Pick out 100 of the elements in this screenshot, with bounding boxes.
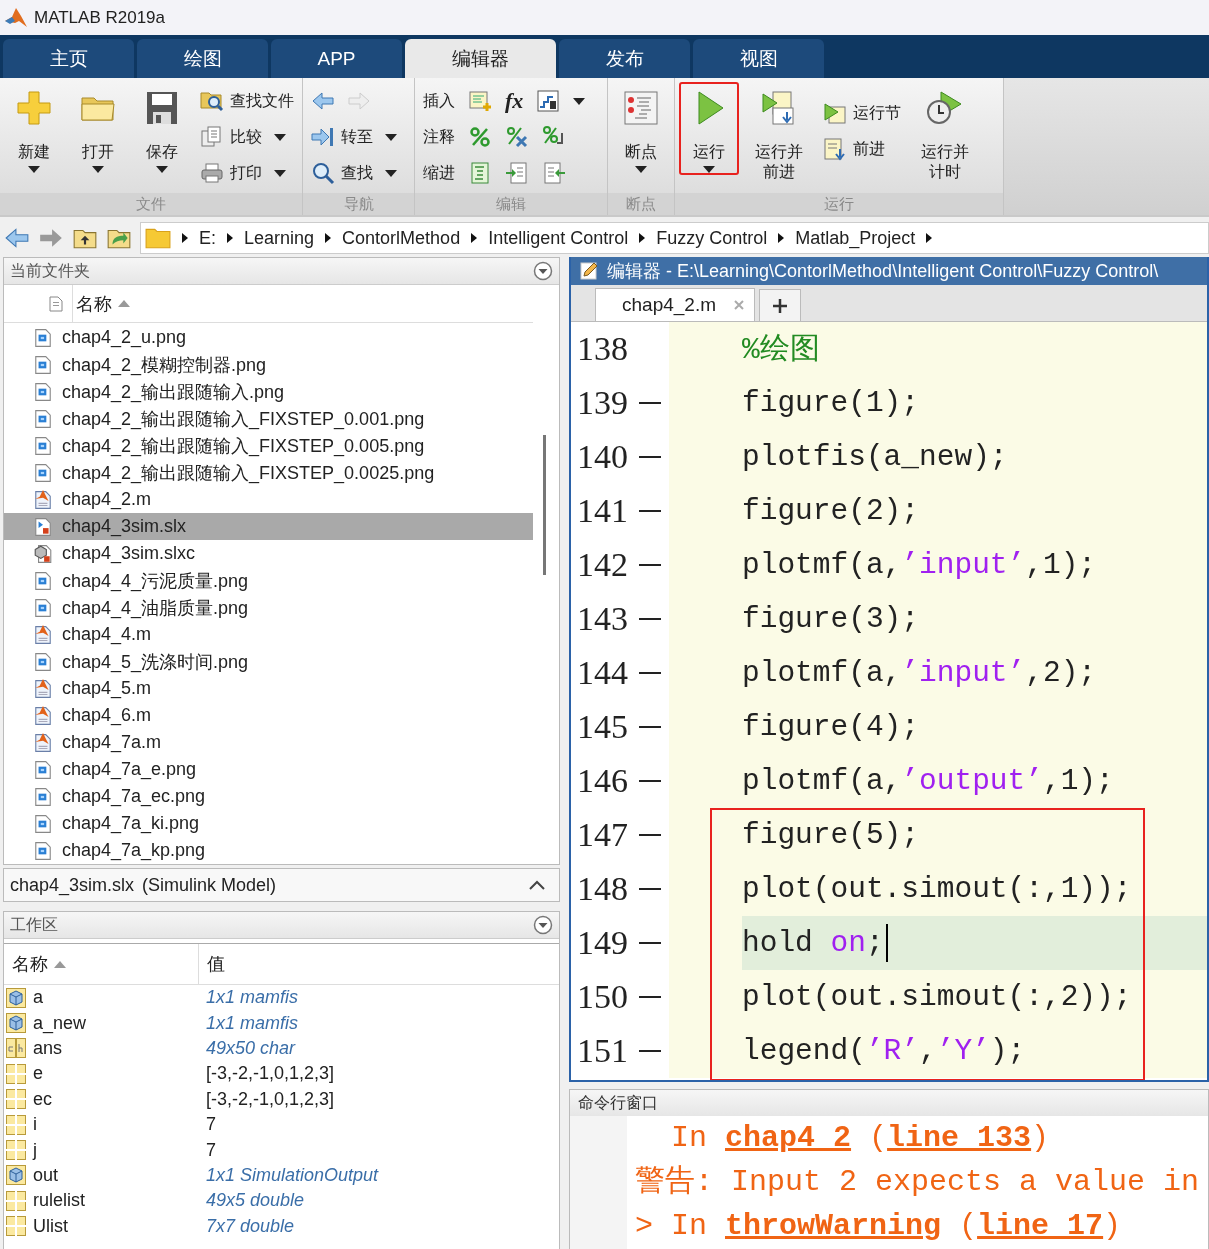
file-row[interactable]: chap4_7a.m [4,729,533,756]
run-button[interactable]: 运行 [679,82,739,175]
path-segment[interactable]: ContorlMethod [342,227,461,249]
editor-title: 编辑器 - E:\Learning\ContorlMethod\Intelligent Control\Fuzzy Control\ [607,260,1159,283]
image-file-icon [34,786,52,807]
image-file-icon [34,435,52,456]
ribbon-tab[interactable]: 编辑器 [405,39,556,78]
file-tab[interactable]: chap4_2.m [595,288,755,321]
find-button[interactable]: 查找 [307,156,401,190]
ribbon-tab[interactable]: 绘图 [137,39,268,78]
file-row[interactable]: chap4_2_输出跟随输入_FIXSTEP_0.0025.png [4,459,533,486]
file-name: chap4_2_输出跟随输入.png [62,380,285,404]
new-button[interactable]: 新建 [4,82,64,175]
variable-value: 1x1 mamfis [205,986,299,1010]
comment-button[interactable]: 注释 [423,126,455,148]
file-name: chap4_7a_e.png [62,759,197,780]
file-row[interactable]: chap4_7a_ki.png [4,810,533,837]
file-name: chap4_4_油脂质量.png [62,596,249,620]
file-row[interactable]: chap4_2_输出跟随输入_FIXSTEP_0.001.png [4,405,533,432]
indent-right-icon[interactable] [505,161,529,185]
breakpoints-button[interactable]: 断点 [612,82,670,175]
ribbon-tab[interactable]: 视图 [693,39,824,78]
path-segment[interactable]: Matlab_Project [795,227,916,249]
file-name: chap4_2.m [62,489,152,510]
file-row[interactable]: chap4_3sim.slxc [4,540,533,567]
file-row[interactable]: chap4_2_输出跟随输入_FIXSTEP_0.005.png [4,432,533,459]
percent-remove-icon[interactable] [505,125,529,149]
file-row[interactable]: chap4_2_输出跟随输入.png [4,378,533,405]
panel-menu-icon[interactable] [533,915,553,935]
path-segment[interactable]: Fuzzy Control [656,227,768,249]
file-row[interactable]: chap4_2_u.png [4,324,533,351]
file-row[interactable]: chap4_4.m [4,621,533,648]
save-button[interactable]: 保存 [132,82,192,175]
image-file-icon [34,381,52,402]
function-button[interactable]: fx [505,88,524,114]
run-and-advance-button[interactable]: 运行并前进 [743,82,815,184]
play-section-icon [823,101,847,125]
insert-button[interactable]: 插入 [423,90,455,112]
file-row[interactable]: chap4_5.m [4,675,533,702]
file-row[interactable]: chap4_7a_ec.png [4,783,533,810]
file-row[interactable]: chap4_2.m [4,486,533,513]
run-section-button[interactable]: 运行节 [819,96,905,130]
run-and-time-button[interactable]: 运行并计时 [909,82,981,184]
ribbon-tab[interactable]: APP [271,39,402,78]
percent-icon[interactable] [468,125,492,149]
new-tab-button[interactable] [759,289,801,321]
file-row[interactable]: chap4_7a_kp.png [4,837,533,864]
path-field[interactable]: E: Learning ContorlMethod Intelligent Control Fuzzy Control Matlab_Project [140,222,1209,254]
close-icon[interactable] [732,298,746,312]
char-array-icon [6,1038,26,1059]
grid-icon [6,1063,26,1084]
grid-icon [6,1140,26,1161]
file-name: chap4_4_污泥质量.png [62,569,249,593]
file-row[interactable]: chap4_6.m [4,702,533,729]
command-output-line: > In throwWarning (line 17) [635,1208,1123,1245]
compare-button[interactable]: 比较 [196,120,298,154]
variable-value: [-3,-2,-1,0,1,2,3] [205,1062,335,1086]
chevron-icon [182,233,188,243]
file-row[interactable]: chap4_4_污泥质量.png [4,567,533,594]
panel-menu-icon[interactable] [533,261,553,281]
advance-button[interactable]: 前进 [819,132,905,166]
chevron-up-icon[interactable] [527,878,547,892]
column-header[interactable]: 值 [199,944,225,984]
back-arrow-icon[interactable] [311,89,335,113]
variable-name: ans [33,1037,63,1059]
file-row[interactable]: chap4_5_洗涤时间.png [4,648,533,675]
script-file-icon [34,489,52,510]
panel-title: 当前文件夹 [10,260,90,281]
ribbon-tab[interactable]: 发布 [559,39,690,78]
column-header[interactable]: 名称 [73,285,130,322]
caret-icon [385,169,397,177]
function-step-icon[interactable] [536,89,561,113]
section-insert-icon[interactable] [468,89,492,113]
file-row[interactable]: chap4_3sim.slx [4,513,533,540]
go-to-button[interactable]: 转至 [307,120,401,154]
variable-name: a [33,987,43,1009]
open-button[interactable]: 打开 [68,82,128,175]
path-segment[interactable]: Intelligent Control [488,227,629,249]
group-label: 运行 [675,193,1003,215]
find-files-button[interactable]: 查找文件 [196,84,298,118]
variable-name: a_new [33,1012,87,1034]
image-file-icon [34,840,52,861]
file-row[interactable]: chap4_2_模糊控制器.png [4,351,533,378]
plus-icon [772,297,788,314]
ribbon-tab[interactable]: 主页 [3,39,134,78]
file-row[interactable]: chap4_4_油脂质量.png [4,594,533,621]
variable-name: rulelist [33,1190,85,1212]
indent-left-icon[interactable] [542,161,566,185]
print-button[interactable]: 打印 [196,156,298,190]
file-details: chap4_3sim.slx [10,874,135,896]
smart-indent-icon[interactable] [468,161,492,185]
back-arrow-icon[interactable] [4,225,30,251]
image-file-icon [34,597,52,618]
path-segment[interactable]: Learning [244,227,315,249]
indent-button[interactable]: 缩进 [423,162,455,184]
cache-file-icon [34,543,52,564]
column-header[interactable]: 名称 [4,944,199,984]
path-segment[interactable]: E: [199,227,216,249]
file-row[interactable]: chap4_7a_e.png [4,756,533,783]
code-line: plotfis(a_new); [742,440,1008,474]
